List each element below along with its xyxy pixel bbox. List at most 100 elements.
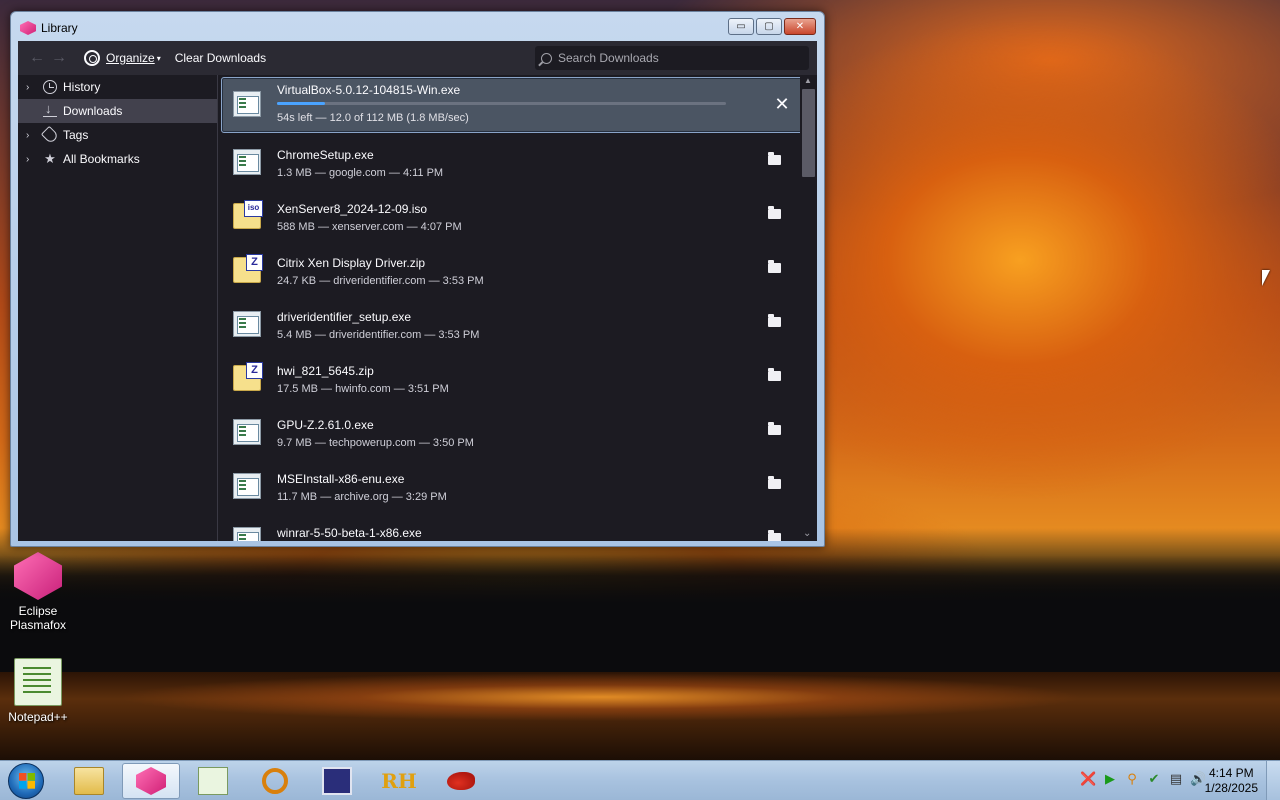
download-status: 11.7 MB — archive.org — 3:29 PM <box>277 491 447 503</box>
pepper-icon <box>447 772 475 790</box>
download-item[interactable]: GPU-Z.2.61.0.exe 9.7 MB — techpowerup.co… <box>219 405 817 459</box>
download-filename: GPU-Z.2.61.0.exe <box>277 418 374 432</box>
scrollbar-thumb[interactable] <box>802 89 815 177</box>
tag-icon <box>40 125 60 145</box>
plasmafox-icon <box>136 767 166 795</box>
maximize-button[interactable]: ▢ <box>756 18 782 35</box>
chevron-down-icon: ▾ <box>156 53 161 63</box>
desktop-icon-plasmafox[interactable]: Eclipse Plasmafox <box>0 552 76 632</box>
tray-error-icon[interactable]: ❌ <box>1080 771 1096 787</box>
download-status: 588 MB — xenserver.com — 4:07 PM <box>277 221 462 233</box>
zip-file-icon: Z <box>233 254 263 283</box>
download-item[interactable]: ChromeSetup.exe 1.3 MB — google.com — 4:… <box>219 135 817 189</box>
minimize-button[interactable]: ▭ <box>728 18 754 35</box>
organize-button[interactable]: Organize ▾ <box>84 50 161 66</box>
search-box <box>535 46 809 70</box>
taskbar-clock[interactable]: 4:14 PM 1/28/2025 <box>1205 766 1258 796</box>
download-item[interactable]: MSEInstall-x86-enu.exe 11.7 MB — archive… <box>219 459 817 513</box>
desktop-icon-label: Eclipse <box>18 604 58 618</box>
sidebar-item-history[interactable]: › History <box>18 75 217 99</box>
start-button[interactable] <box>8 763 44 799</box>
exe-file-icon <box>233 149 261 175</box>
expand-chevron-icon[interactable]: › <box>26 82 38 93</box>
downloads-list: VirtualBox-5.0.12-104815-Win.exe 54s lef… <box>219 75 817 541</box>
search-input[interactable] <box>558 51 798 65</box>
folder-icon[interactable] <box>768 368 781 381</box>
clock-icon <box>43 80 57 94</box>
taskbar-plasmafox[interactable] <box>122 763 180 799</box>
desktop-icon-label: Plasmafox <box>9 618 67 632</box>
sidebar-item-label: History <box>63 80 101 94</box>
show-desktop-button[interactable] <box>1266 761 1280 800</box>
folder-icon[interactable] <box>768 206 781 219</box>
download-filename: VirtualBox-5.0.12-104815-Win.exe <box>277 83 461 97</box>
taskbar-resource-hacker[interactable]: RH <box>370 763 428 799</box>
rh-icon: RH <box>381 769 417 793</box>
exe-file-icon <box>233 527 261 541</box>
sidebar-item-label: Downloads <box>63 104 123 118</box>
caption-buttons: ▭ ▢ ✕ <box>728 18 816 35</box>
tray-shield-icon[interactable]: ✔ <box>1146 771 1162 787</box>
forward-icon[interactable]: → <box>48 49 70 67</box>
close-button[interactable]: ✕ <box>784 18 816 35</box>
cpu-icon <box>322 767 352 795</box>
download-filename: Citrix Xen Display Driver.zip <box>277 256 426 270</box>
scroll-down-icon[interactable]: ⌄ <box>803 528 811 539</box>
download-filename: hwi_821_5645.zip <box>277 364 374 378</box>
taskbar: RH ❌ ▶ ⚲ ✔ ▤ 🔊 4:14 PM 1/28/2025 <box>0 760 1280 800</box>
taskbar-cpu-app[interactable] <box>308 763 366 799</box>
download-item[interactable]: winrar-5-50-beta-1-x86.exe <box>219 513 817 541</box>
taskbar-notepadpp[interactable] <box>184 763 242 799</box>
download-status: 5.4 MB — driveridentifier.com — 3:53 PM <box>277 329 480 341</box>
iso-file-icon: iso <box>233 200 263 229</box>
download-status: 1.3 MB — google.com — 4:11 PM <box>277 167 444 179</box>
sidebar-item-tags[interactable]: › Tags <box>18 123 217 147</box>
tray-volume-icon[interactable]: 🔊 <box>1190 771 1206 787</box>
folder-icon[interactable] <box>768 476 781 489</box>
download-item[interactable]: driveridentifier_setup.exe 5.4 MB — driv… <box>219 297 817 351</box>
sidebar-item-all-bookmarks[interactable]: › ★ All Bookmarks <box>18 147 217 171</box>
star-icon: ★ <box>44 151 56 166</box>
folder-icon[interactable] <box>768 530 781 541</box>
desktop-icon-notepadpp[interactable]: Notepad++ <box>0 658 76 724</box>
sidebar-item-label: All Bookmarks <box>63 152 140 166</box>
folder-icon[interactable] <box>768 422 781 435</box>
folder-icon <box>74 767 104 795</box>
download-filename: ChromeSetup.exe <box>277 148 374 162</box>
notepadpp-icon <box>198 767 228 795</box>
expand-chevron-icon[interactable]: › <box>26 154 38 165</box>
tray-search-icon[interactable]: ⚲ <box>1124 771 1140 787</box>
exe-file-icon <box>233 91 261 117</box>
notepadpp-icon <box>14 658 62 706</box>
taskbar-pepper-app[interactable] <box>432 763 490 799</box>
scroll-up-icon[interactable]: ▲ <box>804 76 812 85</box>
tray-play-icon[interactable]: ▶ <box>1102 771 1118 787</box>
download-item[interactable]: Z Citrix Xen Display Driver.zip 24.7 KB … <box>219 243 817 297</box>
back-icon[interactable]: ← <box>26 49 48 67</box>
folder-icon[interactable] <box>768 260 781 273</box>
folder-icon[interactable] <box>768 314 781 327</box>
download-status: 54s left — 12.0 of 112 MB (1.8 MB/sec) <box>277 112 469 124</box>
download-filename: XenServer8_2024-12-09.iso <box>277 202 428 216</box>
taskbar-search-app[interactable] <box>246 763 304 799</box>
title-bar[interactable]: Library ▭ ▢ ✕ <box>11 12 824 42</box>
download-icon <box>43 101 57 118</box>
cancel-download-icon[interactable]: ✕ <box>772 94 792 114</box>
exe-file-icon <box>233 419 261 445</box>
clear-downloads-button[interactable]: Clear Downloads <box>175 51 266 65</box>
library-sidebar: › History Downloads › Tags › ★ All Bookm… <box>18 75 218 541</box>
tray-network-icon[interactable]: ▤ <box>1168 771 1184 787</box>
exe-file-icon <box>233 311 261 337</box>
system-tray: ❌ ▶ ⚲ ✔ ▤ 🔊 <box>1080 771 1206 787</box>
sidebar-item-downloads[interactable]: Downloads <box>18 99 217 123</box>
vertical-scrollbar[interactable]: ▲ ⌄ <box>800 75 817 541</box>
taskbar-explorer[interactable] <box>60 763 118 799</box>
expand-chevron-icon[interactable]: › <box>26 130 38 141</box>
gear-icon <box>84 50 100 66</box>
mouse-cursor-icon <box>1262 270 1270 286</box>
download-item[interactable]: Z hwi_821_5645.zip 17.5 MB — hwinfo.com … <box>219 351 817 405</box>
download-item[interactable]: iso XenServer8_2024-12-09.iso 588 MB — x… <box>219 189 817 243</box>
wallpaper-water <box>0 672 1280 762</box>
download-item-active[interactable]: VirtualBox-5.0.12-104815-Win.exe 54s lef… <box>221 77 811 133</box>
folder-icon[interactable] <box>768 152 781 165</box>
